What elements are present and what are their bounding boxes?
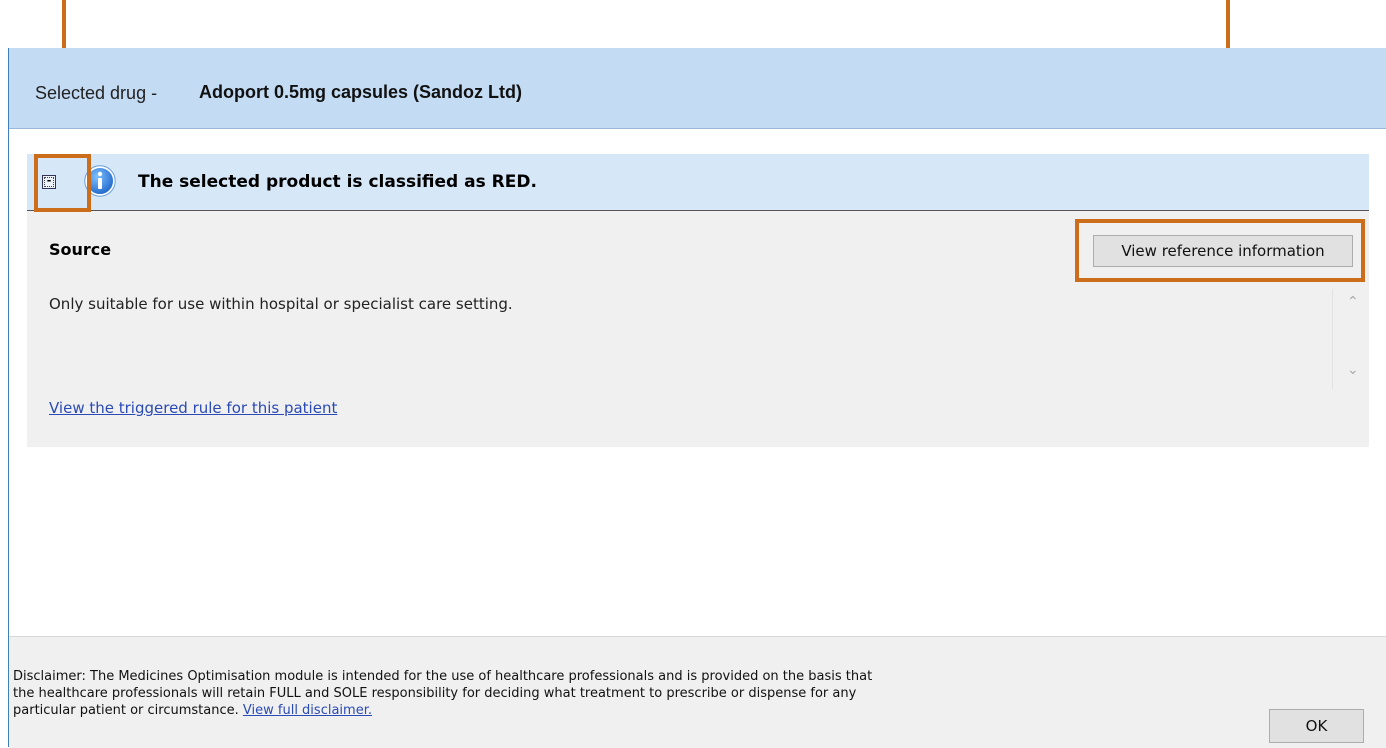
annotation-highlight-collapse xyxy=(34,154,91,212)
disclaimer-text: Disclaimer: The Medicines Optimisation m… xyxy=(13,668,893,719)
alert-bar: - The selected product is classified as … xyxy=(27,154,1369,211)
selected-drug-label: Selected drug - xyxy=(35,83,158,103)
dialog-header: Selected drug - Adoport 0.5mg capsules (… xyxy=(9,48,1386,129)
disclaimer-body: Disclaimer: The Medicines Optimisation m… xyxy=(13,669,873,718)
drug-alert-dialog: Selected drug - Adoport 0.5mg capsules (… xyxy=(8,48,1386,748)
dialog-footer: Disclaimer: The Medicines Optimisation m… xyxy=(9,636,1386,748)
source-description: Only suitable for use within hospital or… xyxy=(49,295,513,313)
alert-title: The selected product is classified as RE… xyxy=(138,172,537,192)
selected-drug-name: Adoport 0.5mg capsules (Sandoz Ltd) xyxy=(199,82,523,102)
source-heading: Source xyxy=(49,240,112,259)
view-full-disclaimer-link[interactable]: View full disclaimer. xyxy=(243,703,372,718)
annotation-highlight-reference-button xyxy=(1075,219,1365,282)
ok-button[interactable]: OK xyxy=(1269,709,1364,743)
scroll-up-icon[interactable]: ⌃ xyxy=(1347,295,1359,309)
view-triggered-rule-link[interactable]: View the triggered rule for this patient xyxy=(49,399,337,417)
scroll-down-icon[interactable]: ⌄ xyxy=(1347,363,1359,377)
